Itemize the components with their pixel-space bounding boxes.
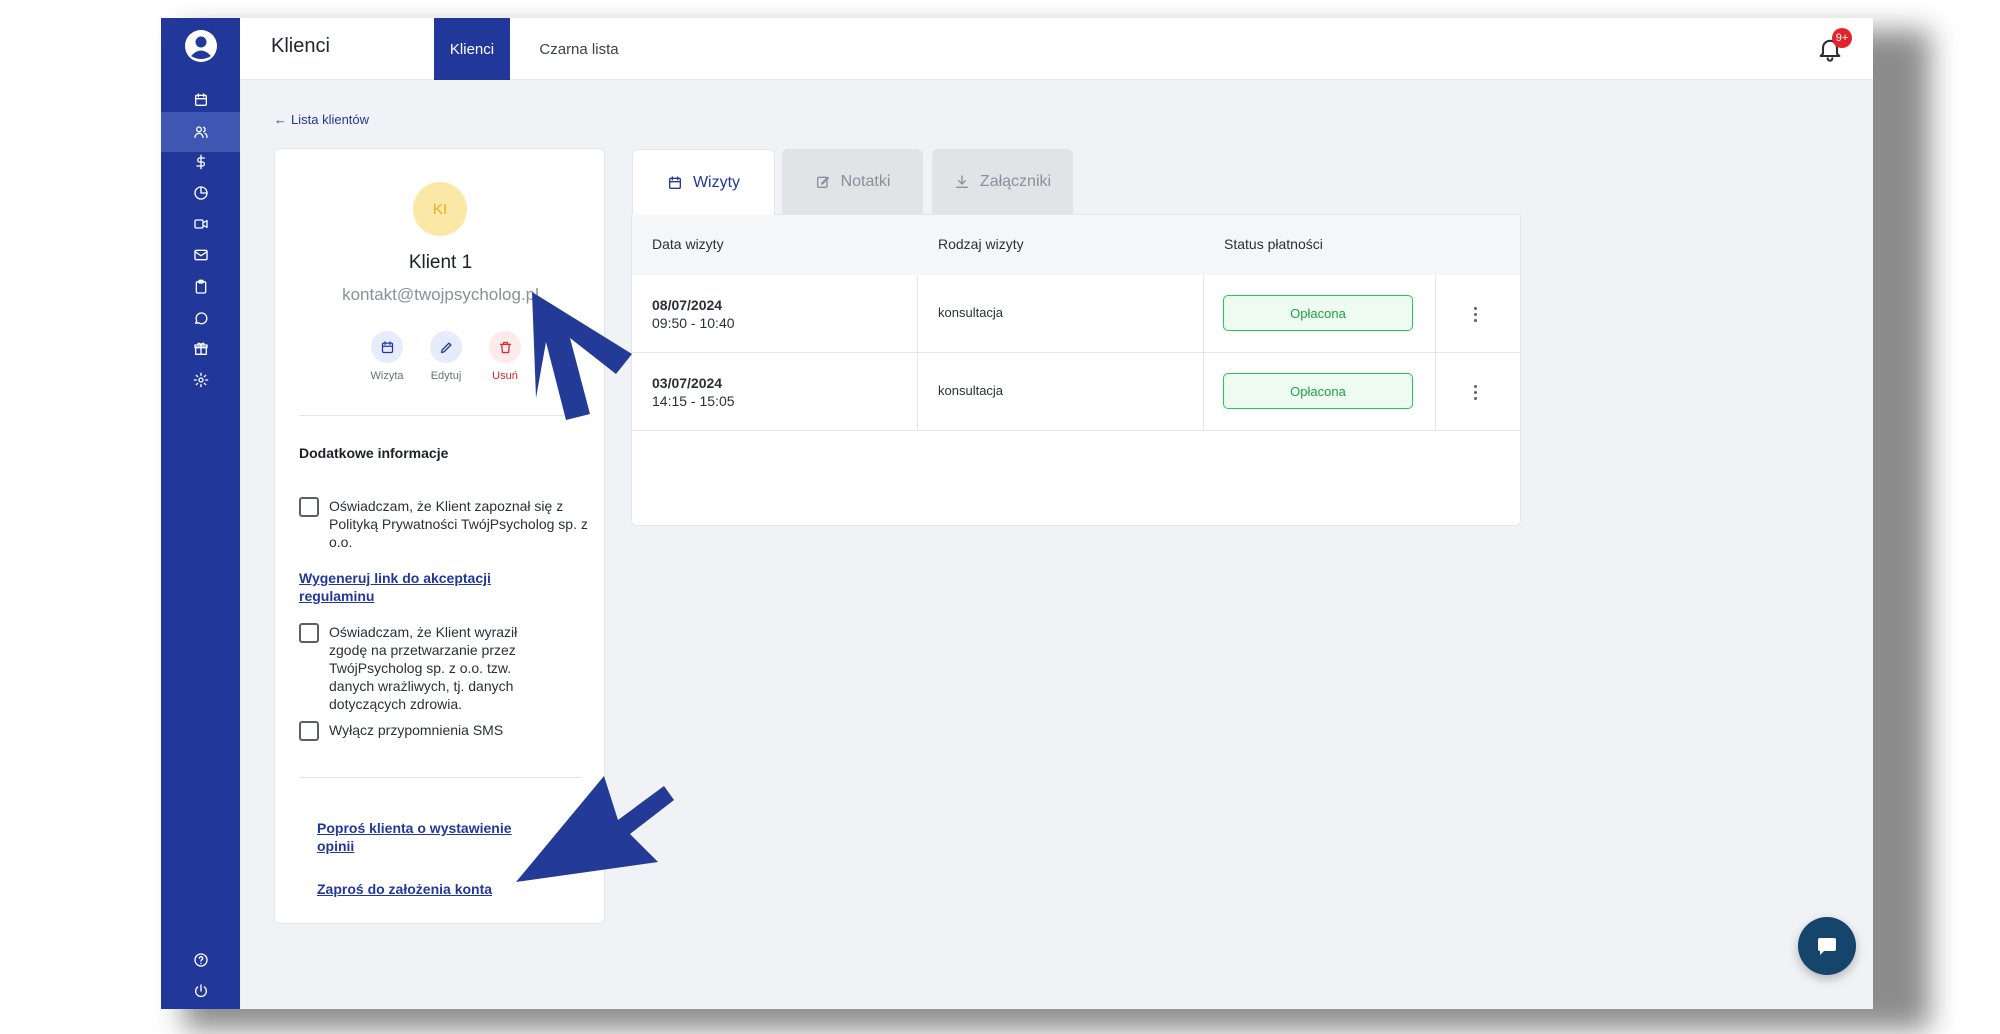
visit-time: 09:50 - 10:40 (652, 315, 735, 331)
users-icon (193, 126, 208, 138)
pie-chart-icon (193, 186, 208, 200)
more-options-icon[interactable] (1465, 377, 1485, 407)
delete-client-button[interactable]: Usuń (475, 331, 535, 382)
table-row[interactable]: 03/07/2024 14:15 - 15:05 konsultacja Opł… (632, 353, 1520, 431)
tab-notes[interactable]: Notatki (782, 149, 923, 215)
divider (1435, 275, 1436, 353)
client-avatar: KI (413, 182, 467, 236)
client-card: KI Klient 1 kontakt@twojpsycholog.pl Wiz… (274, 148, 605, 924)
client-name: Klient 1 (408, 252, 473, 273)
video-icon (193, 219, 208, 229)
live-chat-button[interactable] (1798, 917, 1856, 975)
data-consent-label: Oświadczam, że Klient wyraził zgodę na p… (329, 624, 518, 712)
sidebar-item-settings[interactable] (161, 360, 240, 400)
calendar-icon (194, 93, 207, 106)
sidebar-item-logout[interactable] (161, 971, 240, 1009)
notification-badge: 9+ (1832, 28, 1852, 48)
payment-status-badge: Opłacona (1223, 373, 1413, 409)
table-row[interactable]: 08/07/2024 09:50 - 10:40 konsultacja Opł… (632, 275, 1520, 353)
client-email: kontakt@twojpsycholog.pl (342, 285, 539, 304)
tab-blacklist[interactable]: Czarna lista (530, 18, 628, 80)
screenshot-stage: Klienci Klienci Czarna lista 9+ ← Lista … (0, 0, 2000, 1034)
page-title: Klienci (271, 35, 330, 57)
settings-icon (193, 372, 208, 388)
download-icon (955, 175, 968, 188)
calendar-icon (668, 175, 681, 189)
edit-client-button[interactable]: Edytuj (416, 331, 476, 382)
edit-note-icon (816, 176, 829, 188)
divider (1203, 275, 1204, 353)
add-visit-label: Wizyta (370, 370, 404, 382)
sms-off-row: Wyłącz przypomnienia SMS (299, 721, 589, 741)
app-window: Klienci Klienci Czarna lista 9+ ← Lista … (161, 18, 1873, 1009)
pencil-icon (440, 342, 451, 353)
more-options-icon[interactable] (1465, 299, 1485, 329)
column-header-status: Status płatności (1224, 236, 1323, 252)
data-consent-row: Oświadczam, że Klient wyraził zgodę na p… (299, 623, 589, 713)
back-link-label: Lista klientów (291, 112, 370, 127)
additional-info-heading: Dodatkowe informacje (299, 445, 449, 461)
request-review-link[interactable]: Poproś klienta o wystawienie opinii (317, 819, 537, 855)
gift-icon (193, 342, 208, 355)
clipboard-icon (195, 279, 206, 294)
topbar: Klienci Klienci Czarna lista 9+ (240, 18, 1873, 80)
visit-date-cell: 08/07/2024 09:50 - 10:40 (652, 296, 735, 332)
sms-off-label: Wyłącz przypomnienia SMS (329, 722, 504, 738)
tab-clients[interactable]: Klienci (434, 18, 510, 80)
back-to-client-list-link[interactable]: ← Lista klientów (274, 112, 369, 127)
table-header: Data wizyty Rodzaj wizyty Status płatnoś… (632, 215, 1520, 275)
delete-client-label: Usuń (492, 370, 518, 382)
user-avatar-icon[interactable] (183, 28, 219, 64)
visit-type: konsultacja (938, 383, 1004, 398)
invite-account-link[interactable]: Zaproś do założenia konta (317, 880, 492, 898)
tab-visits-label: Wizyty (692, 173, 741, 191)
add-visit-button[interactable]: Wizyta (357, 331, 417, 382)
help-icon (193, 953, 208, 967)
dollar-icon (195, 154, 205, 170)
calendar-icon (381, 340, 393, 353)
privacy-consent-label: Oświadczam, że Klient zapoznał się z Pol… (329, 498, 588, 550)
mail-icon (193, 249, 208, 261)
payment-status-badge: Opłacona (1223, 295, 1413, 331)
visit-type: konsultacja (938, 305, 1004, 320)
divider (299, 777, 582, 778)
trash-icon (499, 341, 511, 353)
column-header-date: Data wizyty (652, 236, 724, 252)
visit-time: 14:15 - 15:05 (652, 393, 735, 409)
tab-attachments[interactable]: Załączniki (932, 149, 1073, 215)
tab-notes-label: Notatki (840, 173, 891, 190)
visit-date-cell: 03/07/2024 14:15 - 15:05 (652, 374, 735, 410)
power-icon (194, 984, 207, 998)
divider (917, 275, 918, 353)
chat-icon (194, 312, 207, 325)
edit-client-label: Edytuj (430, 370, 462, 382)
data-consent-checkbox[interactable] (299, 623, 319, 643)
arrow-left-icon: ← (274, 112, 287, 127)
chat-bubble-icon (1818, 938, 1836, 955)
column-header-type: Rodzaj wizyty (938, 236, 1024, 252)
tab-visits[interactable]: Wizyty (632, 149, 775, 215)
visit-date: 03/07/2024 (652, 375, 723, 391)
sms-off-checkbox[interactable] (299, 721, 319, 741)
visit-date: 08/07/2024 (652, 297, 723, 313)
generate-terms-link[interactable]: Wygeneruj link do akceptacji regulaminu (299, 569, 529, 605)
divider (299, 415, 582, 416)
divider (917, 353, 918, 431)
visits-table: Data wizyty Rodzaj wizyty Status płatnoś… (631, 214, 1521, 526)
tab-attachments-label: Załączniki (979, 173, 1052, 190)
divider (1435, 353, 1436, 431)
sidebar (161, 18, 240, 1009)
privacy-consent-row: Oświadczam, że Klient zapoznał się z Pol… (299, 497, 589, 551)
privacy-consent-checkbox[interactable] (299, 497, 319, 517)
divider (1203, 353, 1204, 431)
